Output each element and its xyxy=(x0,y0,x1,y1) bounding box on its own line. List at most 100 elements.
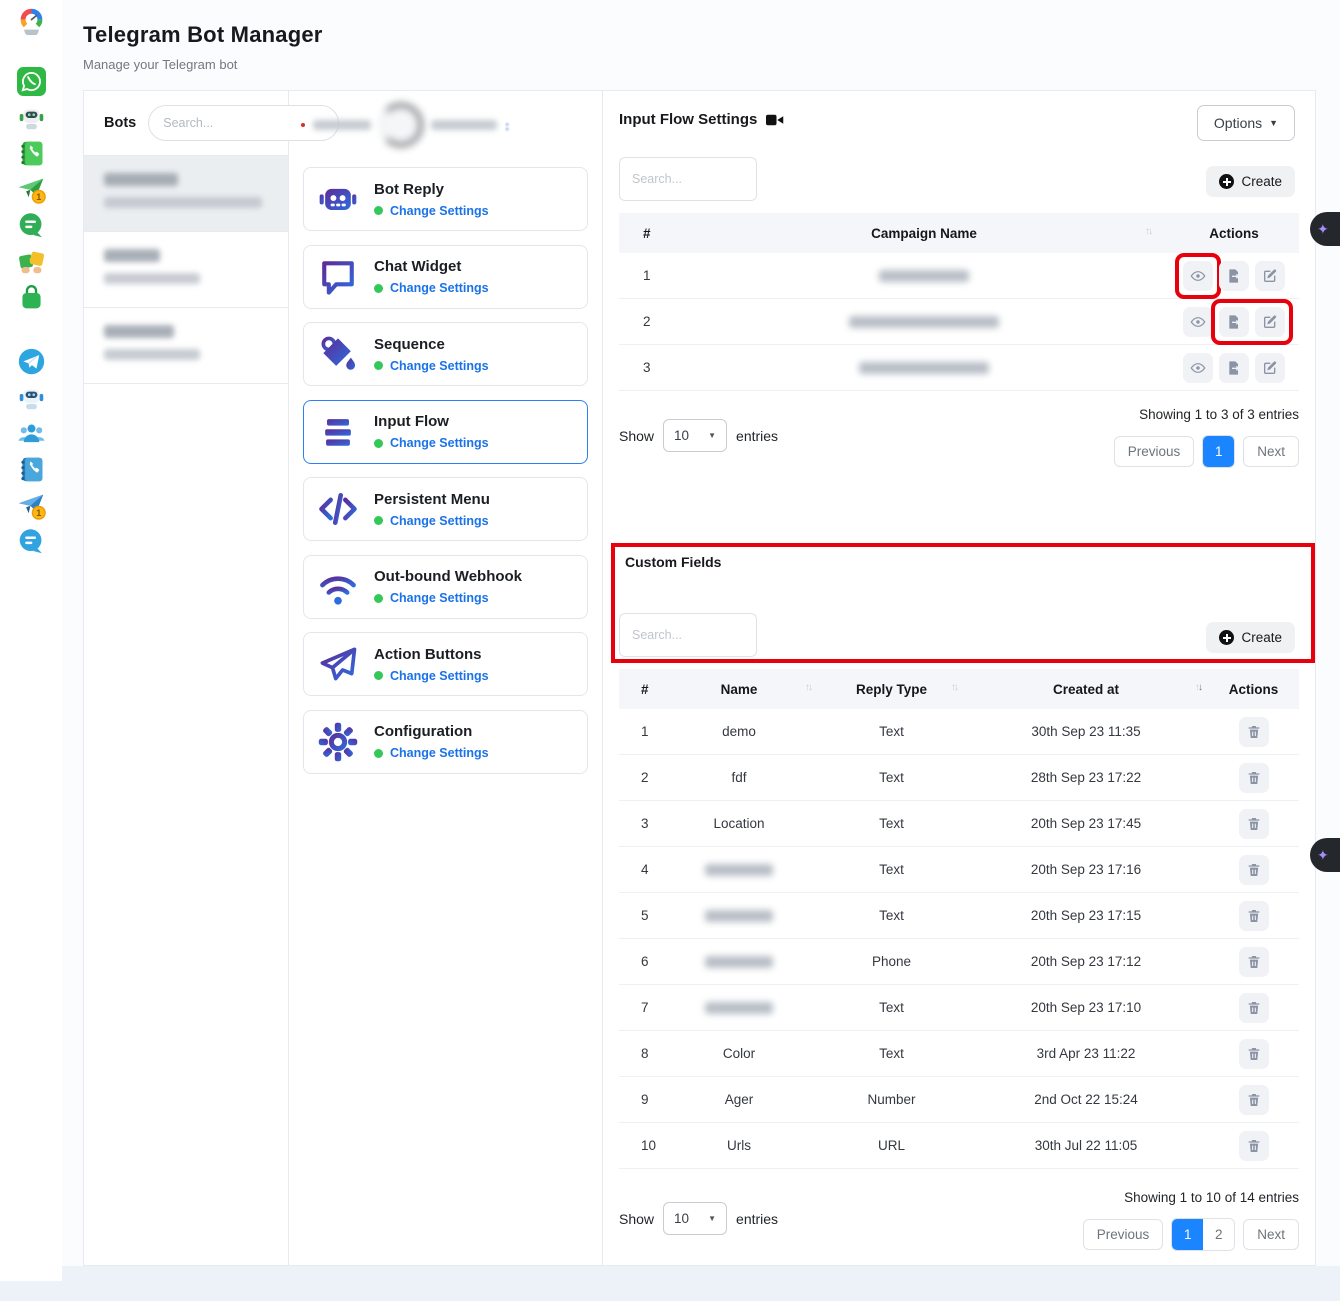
whatsapp-bot-icon[interactable] xyxy=(17,103,46,132)
bot-reply-icon xyxy=(316,177,360,221)
sort-icon[interactable]: ↑↓ xyxy=(1145,226,1151,237)
telegram-broadcast-icon[interactable]: 1 xyxy=(17,491,46,520)
trash-button[interactable] xyxy=(1239,993,1269,1023)
page-number-button[interactable]: 1 xyxy=(1203,436,1234,467)
created-at: 30th Sep 23 11:35 xyxy=(964,724,1208,739)
options-button[interactable]: Options▼ xyxy=(1197,105,1295,141)
row-actions xyxy=(1208,1039,1299,1069)
telegram-contacts-icon[interactable] xyxy=(17,455,46,484)
settings-card-configuration[interactable]: Configuration Change Settings xyxy=(303,710,588,774)
trash-button[interactable] xyxy=(1239,901,1269,931)
view-button[interactable] xyxy=(1183,307,1213,337)
change-settings-link[interactable]: Change Settings xyxy=(390,669,489,683)
created-at: 20th Sep 23 17:12 xyxy=(964,954,1208,969)
input-flow-search-input[interactable] xyxy=(619,157,757,201)
change-settings-link[interactable]: Change Settings xyxy=(390,746,489,760)
bot-list-item[interactable] xyxy=(84,232,288,308)
previous-page-button[interactable]: Previous xyxy=(1114,436,1195,467)
page-size-select[interactable]: 10▼ xyxy=(663,419,727,452)
ai-assistant-button[interactable]: ✦ xyxy=(1310,212,1340,246)
trash-button[interactable] xyxy=(1239,1039,1269,1069)
trash-button[interactable] xyxy=(1239,1131,1269,1161)
ai-assistant-button[interactable]: ✦ xyxy=(1310,838,1340,872)
create-button[interactable]: Create xyxy=(1206,622,1295,653)
settings-card-input-flow[interactable]: Input Flow Change Settings xyxy=(303,400,588,464)
export-button[interactable] xyxy=(1219,261,1249,291)
input-flow-icon xyxy=(316,410,360,454)
blurred-bot-name xyxy=(104,325,174,338)
whatsapp-shop-icon[interactable] xyxy=(17,283,46,312)
telegram-audience-icon[interactable] xyxy=(17,419,46,448)
change-settings-link[interactable]: Change Settings xyxy=(390,204,489,218)
sort-icon-active[interactable]: ↑↓ xyxy=(1195,682,1201,693)
bot-list-item[interactable] xyxy=(84,308,288,384)
row-number: 1 xyxy=(619,268,679,283)
col-header-created-at[interactable]: Created at xyxy=(964,682,1208,697)
telegram-chat-icon[interactable] xyxy=(17,527,46,556)
whatsapp-broadcast-icon[interactable]: 1 xyxy=(17,175,46,204)
change-settings-link[interactable]: Change Settings xyxy=(390,359,489,373)
create-button[interactable]: Create xyxy=(1206,166,1295,197)
change-settings-link[interactable]: Change Settings xyxy=(390,514,489,528)
bot-list-item[interactable] xyxy=(84,156,288,232)
whatsapp-icon[interactable] xyxy=(17,67,46,96)
bots-label: Bots xyxy=(104,115,136,131)
col-header-name[interactable]: Name xyxy=(659,682,819,697)
trash-button[interactable] xyxy=(1239,855,1269,885)
trash-button[interactable] xyxy=(1239,809,1269,839)
next-page-button[interactable]: Next xyxy=(1243,436,1299,467)
trash-button[interactable] xyxy=(1239,947,1269,977)
pagination: Previous 1 Next xyxy=(1114,435,1299,468)
chat-widget-icon xyxy=(316,255,360,299)
page-number-button[interactable]: 2 xyxy=(1203,1219,1234,1250)
whatsapp-integrations-icon[interactable] xyxy=(17,247,46,276)
custom-fields-search-input[interactable] xyxy=(619,613,757,657)
trash-button[interactable] xyxy=(1239,717,1269,747)
settings-card-bot-reply[interactable]: Bot Reply Change Settings xyxy=(303,167,588,231)
trash-button[interactable] xyxy=(1239,1085,1269,1115)
settings-card-sequence[interactable]: Sequence Change Settings xyxy=(303,322,588,386)
settings-card-action-buttons[interactable]: Action Buttons Change Settings xyxy=(303,632,588,696)
col-header-campaign[interactable]: Campaign Name xyxy=(679,226,1169,241)
field-name: Location xyxy=(659,816,819,831)
change-settings-link[interactable]: Change Settings xyxy=(390,436,489,450)
edit-button[interactable] xyxy=(1255,261,1285,291)
view-button[interactable] xyxy=(1183,261,1213,291)
caret-down-icon: ▼ xyxy=(1269,118,1278,128)
sequence-icon xyxy=(316,332,360,376)
edit-button[interactable] xyxy=(1255,353,1285,383)
edit-button[interactable] xyxy=(1255,307,1285,337)
trash-button[interactable] xyxy=(1239,763,1269,793)
sort-icon[interactable]: ↑↓ xyxy=(805,682,811,693)
col-header-num[interactable]: # xyxy=(619,682,659,697)
export-button[interactable] xyxy=(1219,353,1249,383)
export-button[interactable] xyxy=(1219,307,1249,337)
reply-type: Phone xyxy=(819,954,964,969)
whatsapp-chat-icon[interactable] xyxy=(17,211,46,240)
settings-card-chat-widget[interactable]: Chat Widget Change Settings xyxy=(303,245,588,309)
table-row: 2 xyxy=(619,299,1299,345)
speed-gauge-icon[interactable] xyxy=(17,6,46,35)
blurred-bot-name xyxy=(104,249,160,262)
field-name: Color xyxy=(659,1046,819,1061)
settings-card-persistent-menu[interactable]: Persistent Menu Change Settings xyxy=(303,477,588,541)
next-page-button[interactable]: Next xyxy=(1243,1219,1299,1250)
table-row: 1demoText30th Sep 23 11:35 xyxy=(619,709,1299,755)
view-button[interactable] xyxy=(1183,353,1213,383)
whatsapp-contacts-icon[interactable] xyxy=(17,139,46,168)
telegram-bot-icon[interactable] xyxy=(17,383,46,412)
blurred-text xyxy=(705,864,773,876)
page-number-button[interactable]: 1 xyxy=(1172,1219,1203,1250)
field-name xyxy=(659,1002,819,1014)
page-size-select[interactable]: 10▼ xyxy=(663,1202,727,1235)
col-header-num[interactable]: # xyxy=(619,226,679,241)
telegram-icon[interactable] xyxy=(17,347,46,376)
video-camera-icon[interactable] xyxy=(766,113,784,127)
change-settings-link[interactable]: Change Settings xyxy=(390,591,489,605)
previous-page-button[interactable]: Previous xyxy=(1083,1219,1164,1250)
col-header-reply-type[interactable]: Reply Type xyxy=(819,682,964,697)
change-settings-link[interactable]: Change Settings xyxy=(390,281,489,295)
bots-panel: Bots xyxy=(84,91,289,1265)
sort-icon[interactable]: ↑↓ xyxy=(951,682,957,693)
settings-card-outbound-webhook[interactable]: Out-bound Webhook Change Settings xyxy=(303,555,588,619)
